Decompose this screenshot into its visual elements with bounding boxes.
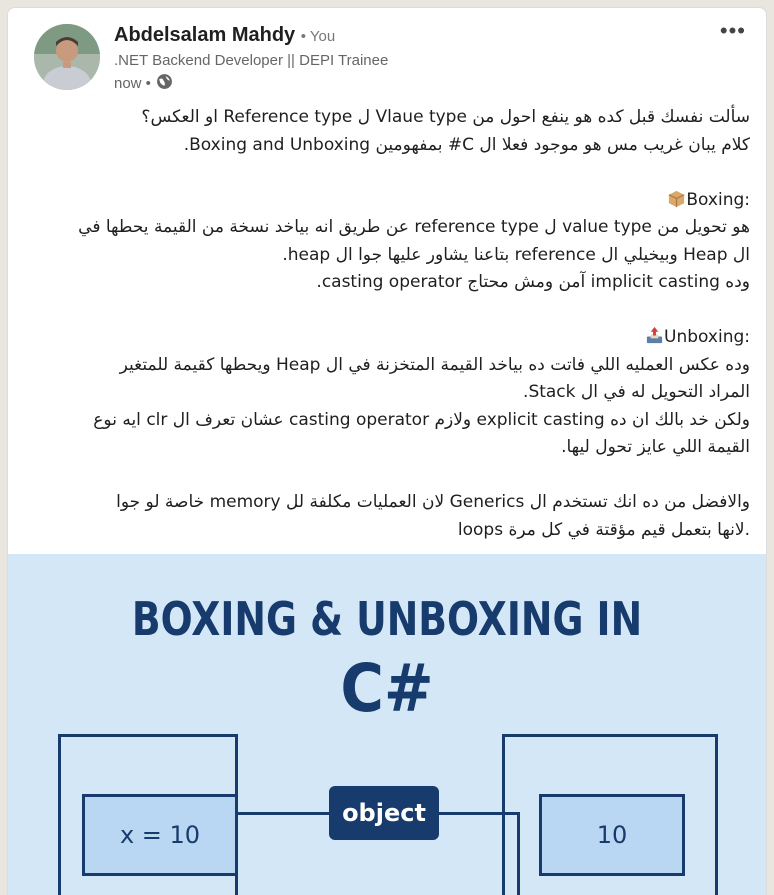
post-line: Boxing: [40,187,750,215]
author-relation: • You [300,28,336,45]
post-line: والافضل من ده انك تستخدم ال Generics لان… [116,492,750,512]
object-label-text: object [342,799,426,827]
post-line: كلام يبان غريب مس هو موجود فعلا ال C# بم… [183,134,750,155]
author-name[interactable]: Abdelsalam Mahdy • You [114,24,335,47]
more-options-button[interactable]: ••• [720,18,746,44]
post-meta: now • [114,73,173,94]
package-icon [667,189,686,208]
author-name-text[interactable]: Abdelsalam Mahdy [114,24,295,46]
unboxing-heading: Unboxing: [664,327,750,347]
post-line: وده implicit casting آمن ومش محتاج casti… [316,272,750,292]
heap-value: 10 [596,821,628,849]
post-line: المراد التحويل له في ال Stack. [523,382,750,402]
author-headline: .NET Backend Developer || DEPI Trainee [114,52,389,69]
stack-value-box: x = 10 [82,794,238,876]
more-horizontal-icon[interactable]: ••• [720,18,746,43]
image-title-line1: BOXING & UNBOXING IN [131,592,643,646]
post-body: سألت نفسك قبل كده هو ينفع احول من Vlaue … [40,104,750,544]
image-title-line2: C# [340,650,434,727]
post-image[interactable]: BOXING & UNBOXING IN C# x = 10 object 10 [8,554,766,895]
post-line: القيمة اللي عايز تحول ليها. [561,437,750,457]
post-time: now • [114,75,151,92]
stack-value: x = 10 [119,821,201,849]
post-line: هو تحويل من value type ل reference type … [78,217,750,237]
post-line: loops لانها بتعمل قيم مؤقتة في كل مرة. [457,519,750,540]
post-line: سألت نفسك قبل كده هو ينفع احول من Vlaue … [141,107,750,127]
avatar-photo [34,24,100,90]
post-card: Abdelsalam Mahdy • You .NET Backend Deve… [7,7,767,895]
post-line: ال Heap وبيخيلي ال reference بتاعنا يشاو… [282,244,750,265]
post-line: وده عكس العمليه اللي فاتت ده بياخد القيم… [119,354,750,375]
globe-icon[interactable] [156,73,173,94]
connector-line-left [235,812,329,815]
outbox-tray-icon [645,326,664,345]
post-line: Unboxing: [40,324,750,352]
boxing-heading: Boxing: [686,189,750,210]
object-label: object [329,786,439,840]
avatar[interactable] [34,24,100,90]
heap-value-box: 10 [539,794,685,876]
post-line: ولكن خد بالك ان ده explicit casting ولاز… [93,409,750,430]
